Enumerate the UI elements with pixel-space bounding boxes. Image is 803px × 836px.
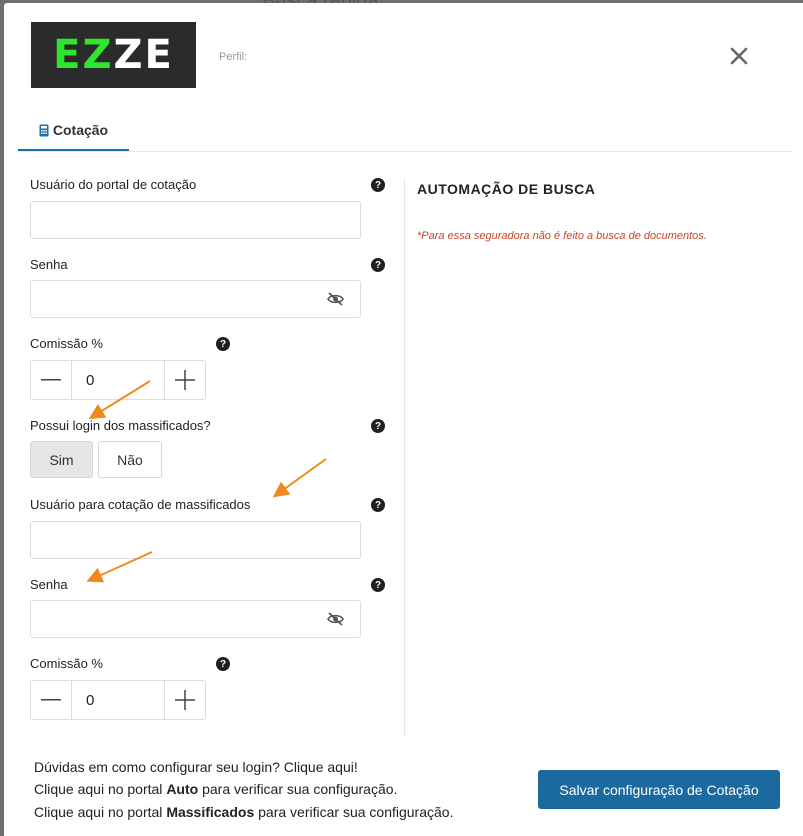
- help-icon[interactable]: ?: [371, 498, 385, 512]
- help-link-login[interactable]: Dúvidas em como configurar seu login? Cl…: [34, 759, 358, 775]
- minus-icon: [41, 379, 61, 381]
- plus-icon: [175, 370, 195, 390]
- senha-label: Senha: [30, 257, 68, 272]
- help-icon[interactable]: ?: [371, 178, 385, 192]
- comissao-massificados-label: Comissão %: [30, 656, 103, 671]
- automation-title: AUTOMAÇÃO DE BUSCA: [417, 181, 596, 197]
- automation-note: *Para essa seguradora não é feito a busc…: [417, 230, 707, 242]
- usuario-input[interactable]: [30, 201, 361, 239]
- decrement-button[interactable]: [31, 681, 71, 719]
- perfil-label: Perfil:: [219, 51, 248, 63]
- tab-cotacao[interactable]: Cotação: [18, 111, 129, 151]
- column-divider: [404, 178, 405, 736]
- decrement-button[interactable]: [31, 361, 71, 399]
- eye-slash-icon[interactable]: [327, 292, 344, 306]
- tab-cotacao-label: Cotação: [52, 122, 109, 138]
- comissao-value[interactable]: 0: [71, 361, 165, 399]
- help-icon[interactable]: ?: [216, 657, 230, 671]
- close-button[interactable]: [722, 39, 756, 73]
- increment-button[interactable]: [165, 361, 205, 399]
- option-sim-button[interactable]: Sim: [30, 441, 93, 478]
- close-icon: [730, 47, 748, 65]
- comissao-stepper: 0: [30, 360, 206, 400]
- help-icon[interactable]: ?: [371, 419, 385, 433]
- help-icon[interactable]: ?: [216, 337, 230, 351]
- annotation-arrow: [272, 458, 327, 498]
- comissao-massificados-stepper: 0: [30, 680, 206, 720]
- minus-icon: [41, 699, 61, 701]
- cotacao-config-modal: EZ ZE Perfil: Cotação Usuário do portal d…: [4, 3, 803, 836]
- usuario-massificados-label: Usuário para cotação de massificados: [30, 497, 251, 512]
- save-button[interactable]: Salvar configuração de Cotação: [538, 770, 780, 809]
- comissao-massificados-value[interactable]: 0: [71, 681, 165, 719]
- ezze-logo: EZ ZE: [31, 22, 196, 88]
- senha-massificados-input[interactable]: [30, 600, 361, 638]
- help-icon[interactable]: ?: [371, 258, 385, 272]
- plus-icon: [175, 690, 195, 710]
- massificados-question: Possui login dos massificados?: [30, 418, 211, 433]
- help-icon[interactable]: ?: [371, 578, 385, 592]
- option-nao-button[interactable]: Não: [98, 441, 162, 478]
- usuario-massificados-input[interactable]: [30, 521, 361, 559]
- tab-bar: Cotação: [18, 111, 792, 152]
- usuario-label: Usuário do portal de cotação: [30, 177, 197, 192]
- help-link-auto[interactable]: Clique aqui no portal Auto para verifica…: [34, 781, 397, 797]
- senha-massificados-label: Senha: [30, 577, 68, 592]
- senha-input[interactable]: [30, 280, 361, 318]
- comissao-label: Comissão %: [30, 336, 103, 351]
- eye-slash-icon[interactable]: [327, 612, 344, 626]
- help-link-massificados[interactable]: Clique aqui no portal Massificados para …: [34, 804, 453, 820]
- increment-button[interactable]: [165, 681, 205, 719]
- calculator-icon: [39, 124, 49, 136]
